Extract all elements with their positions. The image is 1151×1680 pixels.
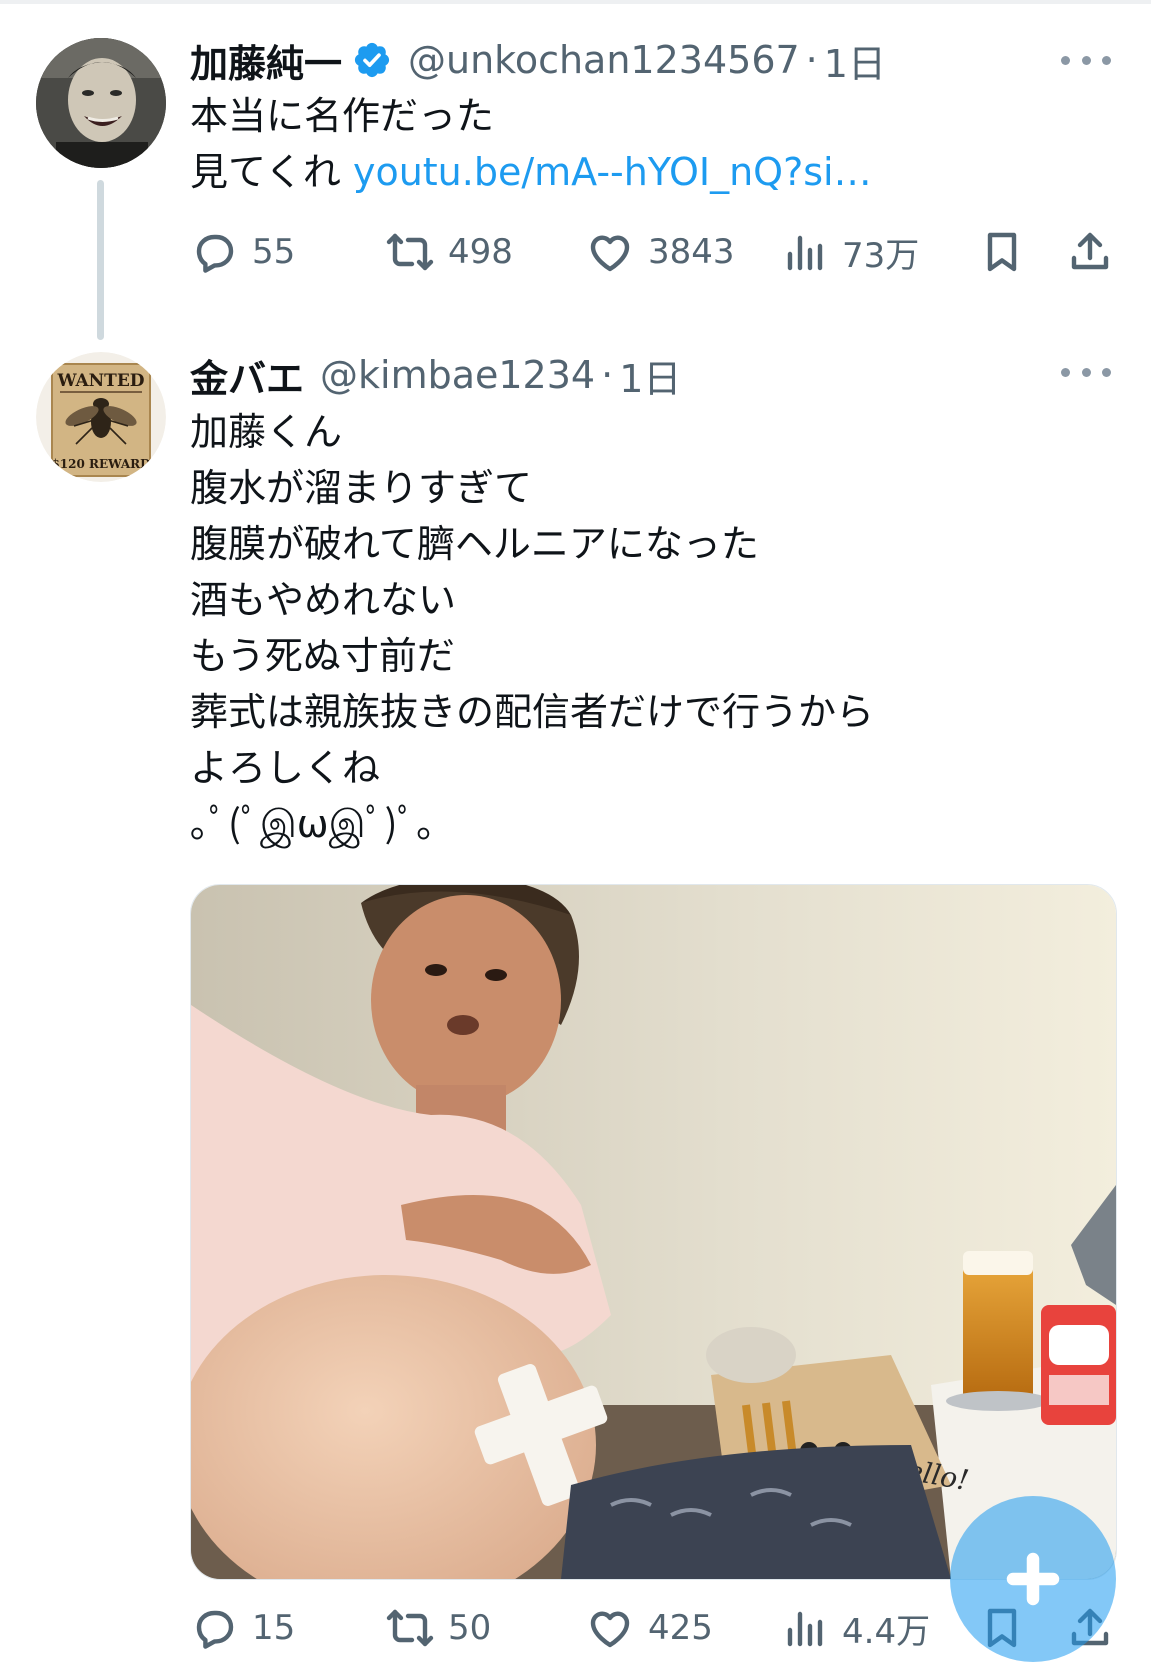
reply-icon	[196, 234, 234, 273]
tweet-header: 金バエ @kimbae1234 · 1日	[190, 343, 681, 407]
tweet-text: 本当に名作だった 見てくれ youtu.be/mA--hYOI_nQ?si…	[190, 88, 872, 200]
display-name[interactable]: 加藤純一	[190, 33, 342, 88]
tweet-line: もう死ぬ寸前だ	[190, 634, 455, 678]
tweet-line: ｡ﾟ(ﾟஇωஇﾟ)ﾟ｡	[190, 802, 436, 846]
timestamp[interactable]: 1日	[619, 348, 681, 403]
user-handle[interactable]: @unkochan1234567	[408, 38, 800, 82]
tweet-line: 本当に名作だった	[190, 94, 495, 138]
reply-icon	[196, 1610, 234, 1649]
reply-count: 15	[252, 1608, 296, 1648]
more-icon[interactable]	[1061, 362, 1111, 382]
retweet-button[interactable]: 498	[386, 222, 513, 282]
share-button[interactable]	[1066, 222, 1114, 282]
retweet-button[interactable]: 50	[386, 1598, 491, 1658]
tweet-header: 加藤純一 @unkochan1234567 · 1日	[190, 28, 886, 92]
separator-dot: ·	[601, 353, 614, 397]
tweet-photo[interactable]: Hello!	[190, 884, 1117, 1580]
share-icon	[1071, 232, 1109, 270]
user-handle[interactable]: @kimbae1234	[320, 353, 595, 397]
reply-button[interactable]: 55	[190, 222, 295, 282]
bookmark-icon	[987, 232, 1017, 272]
tweet-text: 加藤くん 腹水が溜まりすぎて 腹膜が破れて臍ヘルニアになった 酒もやめれない も…	[190, 404, 874, 852]
more-icon[interactable]	[1061, 50, 1111, 70]
verified-badge-icon	[352, 40, 392, 80]
timestamp[interactable]: 1日	[824, 33, 886, 88]
retweet-count: 50	[448, 1608, 492, 1648]
like-count: 425	[648, 1608, 713, 1648]
views-icon	[787, 1611, 823, 1647]
like-icon	[590, 1611, 630, 1648]
tweet-actions: 55 498 3843 73万	[190, 222, 1120, 282]
tweet-line: 腹水が溜まりすぎて	[190, 466, 533, 510]
tweet-line: 腹膜が破れて臍ヘルニアになった	[190, 522, 759, 566]
avatar[interactable]	[36, 38, 166, 168]
display-name[interactable]: 金バエ	[190, 348, 304, 403]
compose-button[interactable]	[950, 1496, 1116, 1662]
plus-icon	[1006, 1552, 1060, 1606]
avatar-text-top: WANTED	[56, 371, 144, 391]
like-icon	[590, 235, 630, 272]
tweet-link[interactable]: youtu.be/mA--hYOI_nQ?si…	[353, 150, 872, 194]
separator-dot: ·	[805, 38, 818, 82]
reply-count: 55	[252, 232, 296, 272]
tweet-line: 酒もやめれない	[190, 578, 457, 622]
avatar-text-bottom: $120 REWARD	[51, 457, 150, 471]
views-icon	[787, 235, 823, 271]
tweet-line: 葬式は親族抜きの配信者だけで行うから	[190, 690, 875, 734]
top-divider	[0, 0, 1151, 4]
views-count: 4.4万	[842, 1611, 931, 1652]
tweet-line-prefix: 見てくれ	[190, 150, 353, 194]
avatar[interactable]: WANTED $120 REWARD	[36, 352, 166, 482]
thread-connector	[97, 180, 104, 340]
like-count: 3843	[648, 232, 735, 272]
tweet-line: よろしくね	[190, 746, 381, 790]
tweet-line: 加藤くん	[190, 410, 343, 454]
views-count: 73万	[842, 235, 920, 276]
views-button[interactable]: 73万	[780, 222, 919, 282]
tweet-line: 見てくれ youtu.be/mA--hYOI_nQ?si…	[190, 144, 872, 200]
reply-button[interactable]: 15	[190, 1598, 295, 1658]
like-button[interactable]: 3843	[586, 222, 735, 282]
bookmark-button[interactable]	[978, 222, 1026, 282]
retweet-icon	[386, 233, 434, 271]
views-button[interactable]: 4.4万	[780, 1598, 930, 1658]
retweet-count: 498	[448, 232, 513, 272]
like-button[interactable]: 425	[586, 1598, 713, 1658]
retweet-icon	[386, 1609, 434, 1647]
